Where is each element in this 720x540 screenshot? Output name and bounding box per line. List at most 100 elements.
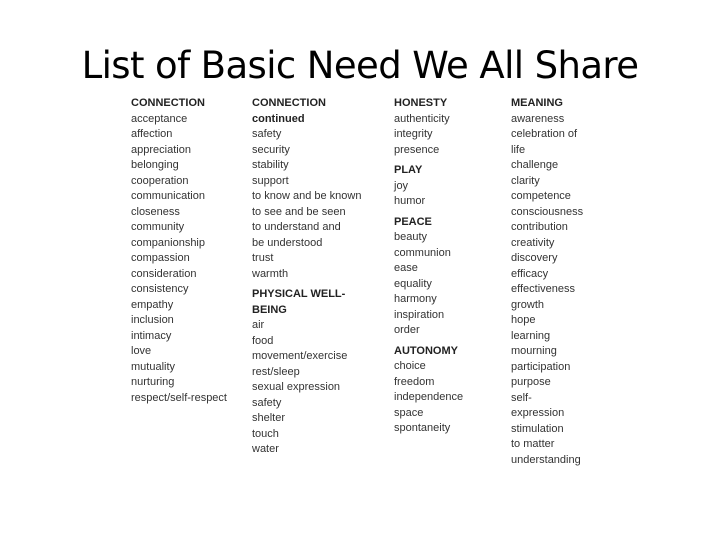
need-item: warmth <box>252 267 289 280</box>
need-item: community <box>131 221 185 233</box>
section-heading: MEANING <box>511 97 563 109</box>
need-item: ease <box>394 262 418 274</box>
need-item: celebration of <box>511 128 578 140</box>
need-item: empathy <box>131 298 174 311</box>
need-item: companionship <box>131 236 205 249</box>
section-heading: PLAY <box>394 164 423 176</box>
need-item: air <box>252 319 265 331</box>
need-item: self- <box>511 391 532 404</box>
needs-section: AUTONOMY choice freedom independence space sp… <box>394 344 463 437</box>
need-item: consciousness <box>511 205 584 218</box>
need-item: presence <box>394 143 440 156</box>
need-item: order <box>394 324 420 336</box>
need-item: cooperation <box>131 174 189 187</box>
need-item: sexual expression <box>252 381 341 393</box>
need-item: security <box>252 143 290 156</box>
need-item: food <box>252 334 274 347</box>
need-item: freedom <box>394 375 435 388</box>
need-item: expression <box>511 407 565 419</box>
section-heading: HONESTY <box>394 97 448 109</box>
section-heading: CONNECTION <box>131 97 205 109</box>
needs-list-image: CONNECTION acceptance affection appreciatio… <box>120 96 620 476</box>
need-item: support <box>252 174 289 187</box>
section-heading: PHYSICAL WELL- <box>252 288 346 300</box>
need-item: independence <box>394 391 464 403</box>
need-item: mutuality <box>131 360 176 373</box>
needs-section: PEACE beauty communion ease equality harmony i… <box>394 215 463 339</box>
need-item: clarity <box>511 174 540 187</box>
need-item: rest/sleep <box>252 365 300 378</box>
need-item: inspiration <box>394 308 445 321</box>
need-item: compassion <box>131 252 190 264</box>
needs-column-2: CONNECTION continued safety security stabili… <box>252 96 361 458</box>
need-item: discovery <box>511 252 558 264</box>
slide-title: List of Basic Need We All Share <box>81 44 639 87</box>
need-item: consistency <box>131 283 189 295</box>
needs-section: MEANING awareness celebration of life challe… <box>511 96 583 468</box>
section-heading: PEACE <box>394 215 432 228</box>
need-item: water <box>252 443 279 455</box>
need-item: to matter <box>511 438 555 450</box>
need-item: consideration <box>131 267 197 280</box>
needs-section: PHYSICAL WELL- BEING air food movement/exerc… <box>252 287 361 458</box>
need-item: growth <box>511 298 545 311</box>
need-item: hope <box>511 314 536 326</box>
need-item: humor <box>394 195 426 207</box>
section-heading: continued <box>252 112 305 125</box>
need-item: nurturing <box>131 376 175 388</box>
need-item: be understood <box>252 236 323 249</box>
needs-column-4: MEANING awareness celebration of life challe… <box>511 96 583 468</box>
need-item: mourning <box>511 345 557 357</box>
need-item: equality <box>394 277 432 290</box>
need-item: joy <box>394 179 409 192</box>
need-item: integrity <box>394 128 433 140</box>
need-item: stability <box>252 159 289 171</box>
need-item: efficacy <box>511 267 549 280</box>
need-item: purpose <box>511 376 551 388</box>
need-item: understanding <box>511 453 581 466</box>
need-item: stimulation <box>511 422 564 435</box>
need-item: trust <box>252 252 274 264</box>
need-item: to see and be seen <box>252 205 346 218</box>
need-item: awareness <box>511 112 565 125</box>
need-item: space <box>394 406 424 419</box>
need-item: appreciation <box>131 143 191 156</box>
need-item: respect/self-respect <box>131 391 227 404</box>
need-item: participation <box>511 360 571 373</box>
need-item: closeness <box>131 205 180 218</box>
need-item: safety <box>252 128 282 140</box>
need-item: intimacy <box>131 329 172 342</box>
need-item: beauty <box>394 231 428 243</box>
need-item: to know and be known <box>252 190 362 202</box>
need-item: shelter <box>252 412 286 424</box>
needs-column-3: HONESTY authenticity integrity presence PLAY… <box>394 96 463 437</box>
need-item: belonging <box>131 159 179 171</box>
needs-column-1: CONNECTION acceptance affection appreciatio… <box>131 96 227 406</box>
need-item: communication <box>131 190 205 202</box>
need-item: communion <box>394 246 451 259</box>
need-item: touch <box>252 427 279 440</box>
need-item: learning <box>511 329 551 342</box>
section-heading: AUTONOMY <box>394 344 458 357</box>
need-item: challenge <box>511 159 559 171</box>
need-item: effectiveness <box>511 283 576 295</box>
need-item: competence <box>511 190 571 202</box>
need-item: inclusion <box>131 314 174 326</box>
need-item: life <box>511 143 526 156</box>
needs-section: CONNECTION acceptance affection appreciatio… <box>131 96 227 406</box>
need-item: affection <box>131 128 173 140</box>
section-heading: BEING <box>252 303 287 316</box>
needs-section: CONNECTION continued safety security stabili… <box>252 96 361 282</box>
need-item: choice <box>394 360 426 372</box>
need-item: harmony <box>394 293 437 305</box>
need-item: acceptance <box>131 112 188 125</box>
need-item: to understand and <box>252 221 341 233</box>
needs-section: HONESTY authenticity integrity presence <box>394 96 463 158</box>
need-item: contribution <box>511 221 568 233</box>
need-item: creativity <box>511 236 555 249</box>
section-heading: CONNECTION <box>252 97 326 109</box>
need-item: spontaneity <box>394 422 451 434</box>
needs-section: PLAY joy humor <box>394 163 463 210</box>
need-item: movement/exercise <box>252 350 348 362</box>
need-item: authenticity <box>394 112 450 125</box>
